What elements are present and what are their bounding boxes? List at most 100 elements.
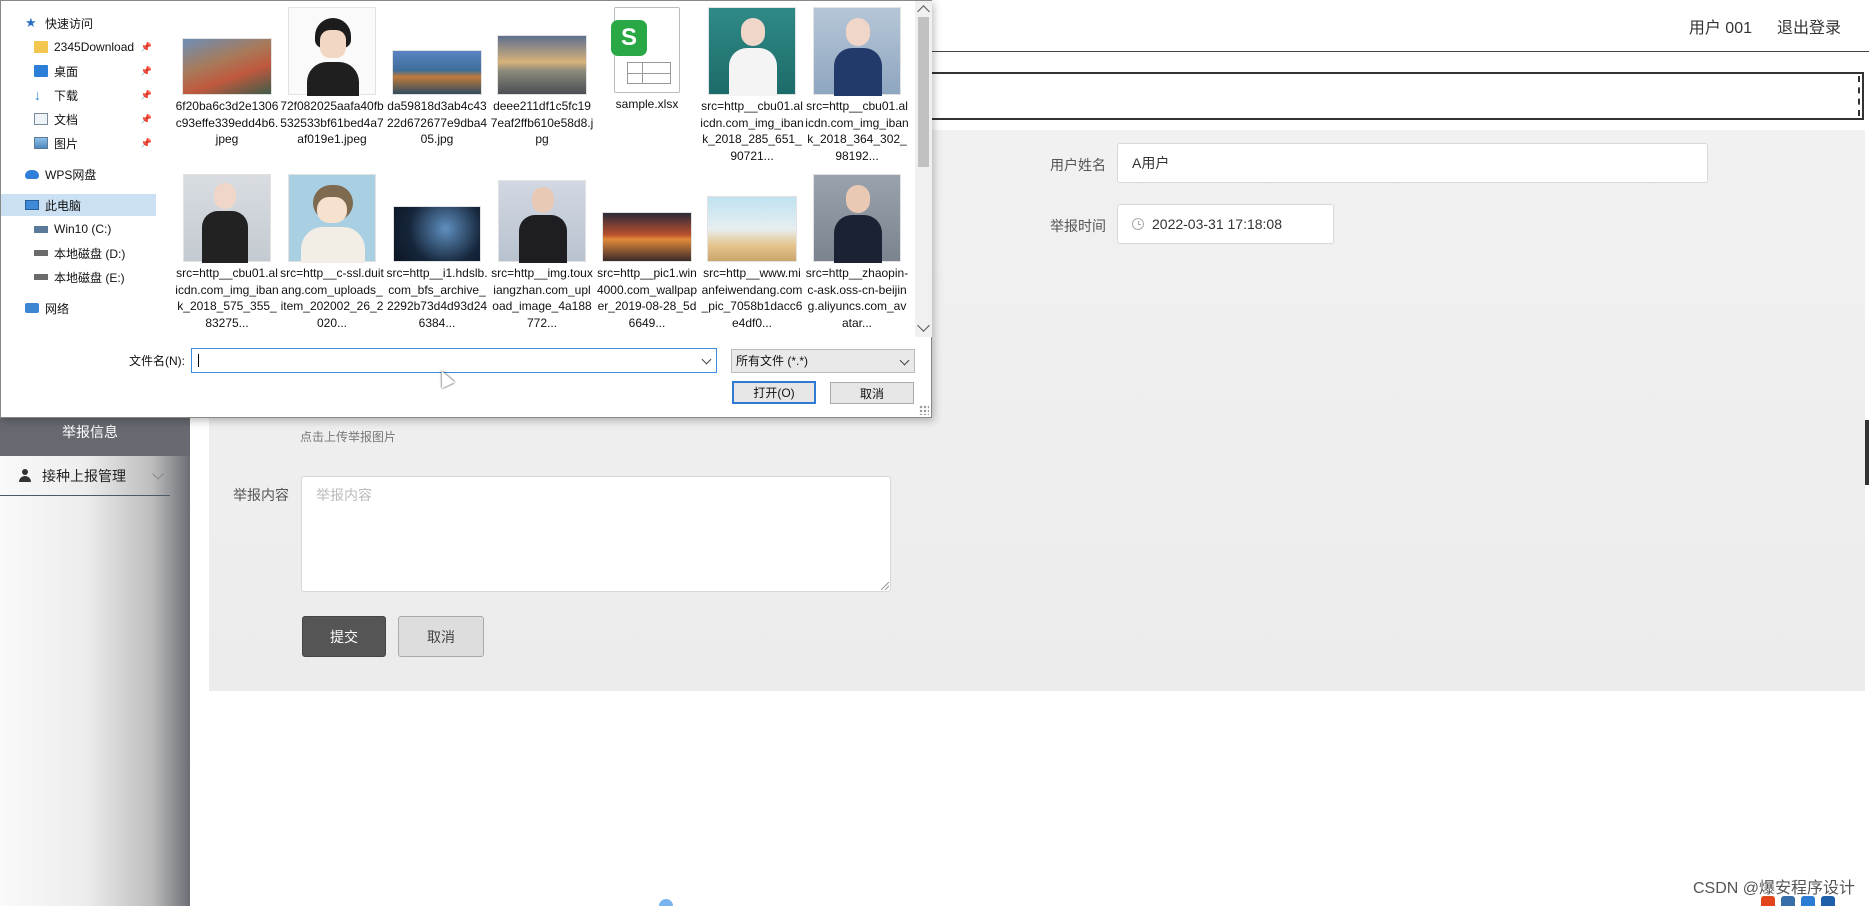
portrait-thumb xyxy=(708,7,796,96)
file-type-select[interactable]: 所有文件 (*.*) xyxy=(731,349,915,373)
scrollbar-thumb[interactable] xyxy=(918,17,929,167)
drive-icon xyxy=(34,225,48,233)
report-time-value: 2022-03-31 17:18:08 xyxy=(1152,216,1282,232)
dialog-cancel-button[interactable]: 取消 xyxy=(830,382,914,404)
resize-grip-icon[interactable] xyxy=(919,405,929,415)
nav-item-desktop[interactable]: 桌面 📌 xyxy=(1,60,156,82)
pin-icon: 📌 xyxy=(140,113,152,124)
scroll-down-icon[interactable] xyxy=(917,319,930,332)
file-item[interactable]: src=http__pic1.win4000.com_wallpaper_201… xyxy=(595,174,699,331)
download-icon: ↓ xyxy=(34,87,41,103)
text-caret xyxy=(198,354,199,367)
upload-hint[interactable]: 点击上传举报图片 xyxy=(300,428,396,445)
star-icon: ★ xyxy=(25,15,37,30)
spreadsheet-icon: S xyxy=(611,7,680,93)
file-item[interactable]: src=http__www.mianfeiwendang.com_pic_705… xyxy=(700,174,804,331)
file-item[interactable]: src=http__cbu01.alicdn.com_img_ibank_201… xyxy=(805,7,909,164)
pin-icon: 📌 xyxy=(140,65,152,76)
file-item[interactable]: src=http__i1.hdslb.com_bfs_archive_2292b… xyxy=(385,174,489,331)
portrait-thumb xyxy=(183,174,271,263)
nav-label: 文档 xyxy=(54,112,79,127)
file-name: deee211df1c5fc197eaf2ffb610e58d8.jpg xyxy=(490,99,594,146)
open-button[interactable]: 打开(O) xyxy=(732,381,816,404)
navigation-pane: ★ 快速访问 2345Download 📌 桌面 📌 ↓ 下载 📌 文档 📌 图… xyxy=(1,1,156,337)
username-value: A用户 xyxy=(1132,155,1170,171)
nav-item-drive-e[interactable]: 本地磁盘 (E:) xyxy=(1,266,156,288)
file-type-value: 所有文件 (*.*) xyxy=(736,354,809,368)
tray-network-icon[interactable] xyxy=(1801,896,1815,906)
sidebar-item-report-info[interactable]: 举报信息 xyxy=(0,414,190,456)
tray-user-icon[interactable] xyxy=(1821,896,1835,906)
nav-item-drive-d[interactable]: 本地磁盘 (D:) xyxy=(1,242,156,264)
logout-link[interactable]: 退出登录 xyxy=(1777,14,1841,38)
nav-label: 桌面 xyxy=(54,64,79,79)
resize-handle[interactable] xyxy=(881,582,889,590)
file-item[interactable]: src=http__cbu01.alicdn.com_img_ibank_201… xyxy=(175,174,279,331)
file-list-scrollbar[interactable] xyxy=(915,1,932,337)
file-item[interactable]: src=http__cbu01.alicdn.com_img_ibank_201… xyxy=(700,7,804,164)
nav-label: 此电脑 xyxy=(45,198,82,213)
nav-label: 图片 xyxy=(54,136,79,151)
file-name: src=http__www.mianfeiwendang.com_pic_705… xyxy=(701,266,803,330)
username-field[interactable]: A用户 xyxy=(1117,143,1708,183)
tray-input-icon[interactable] xyxy=(1781,896,1795,906)
nav-quick-access[interactable]: ★ 快速访问 xyxy=(1,12,156,34)
file-item[interactable]: S sample.xlsx xyxy=(595,7,699,130)
pin-icon: 📌 xyxy=(140,137,152,148)
drive-icon xyxy=(34,274,48,280)
file-name: src=http__zhaopin-c-ask.oss-cn-beijing.a… xyxy=(805,266,909,330)
filename-label: 文件名(N): xyxy=(129,354,185,368)
nav-label: Win10 (C:) xyxy=(54,222,112,236)
header-user-name[interactable]: 用户 001 xyxy=(1689,14,1752,38)
nav-item-downloads[interactable]: ↓ 下载 📌 xyxy=(1,84,156,106)
content-textarea[interactable]: 举报内容 xyxy=(301,476,891,592)
nav-label: 本地磁盘 (D:) xyxy=(54,246,126,261)
cancel-button[interactable]: 取消 xyxy=(398,616,484,657)
file-name: 6f20ba6c3d2e1306c93effe339edd4b6.jpeg xyxy=(175,99,279,146)
file-name: src=http__cbu01.alicdn.com_img_ibank_201… xyxy=(175,266,279,330)
file-item[interactable]: deee211df1c5fc197eaf2ffb610e58d8.jpg xyxy=(490,7,594,148)
nav-item-pictures[interactable]: 图片 📌 xyxy=(1,132,156,154)
file-item[interactable]: src=http__img.touxiangzhan.com_upload_im… xyxy=(490,174,594,331)
report-time-picker[interactable]: 2022-03-31 17:18:08 xyxy=(1117,204,1334,244)
nav-item-documents[interactable]: 文档 📌 xyxy=(1,108,156,130)
nav-item-2345download[interactable]: 2345Download 📌 xyxy=(1,36,156,58)
file-item[interactable]: src=http__c-ssl.duitang.com_uploads_item… xyxy=(280,174,384,331)
nav-item-this-pc[interactable]: 此电脑 xyxy=(1,194,156,216)
file-name: 72f082025aafa40fb532533bf61bed4a7af019e1… xyxy=(280,99,384,146)
file-name: src=http__cbu01.alicdn.com_img_ibank_201… xyxy=(805,99,909,163)
landscape-thumb xyxy=(392,50,482,95)
computer-icon xyxy=(25,200,39,210)
submit-button[interactable]: 提交 xyxy=(302,616,386,657)
nav-item-wps[interactable]: WPS网盘 xyxy=(1,163,156,185)
nav-label: 网络 xyxy=(45,301,70,316)
system-tray xyxy=(1761,892,1861,906)
nav-label: 本地磁盘 (E:) xyxy=(54,270,125,285)
file-item[interactable]: src=http__zhaopin-c-ask.oss-cn-beijing.a… xyxy=(805,174,909,331)
landscape-thumb xyxy=(393,206,481,262)
landscape-thumb xyxy=(497,35,587,95)
picture-icon xyxy=(34,137,48,149)
landscape-thumb xyxy=(182,38,272,95)
file-list-pane: 6f20ba6c3d2e1306c93effe339edd4b6.jpeg 72… xyxy=(159,1,915,337)
top-header: 用户 001 退出登录 xyxy=(930,0,1869,52)
file-item[interactable]: 6f20ba6c3d2e1306c93effe339edd4b6.jpeg xyxy=(175,7,279,148)
chevron-down-icon xyxy=(899,355,910,366)
nav-label: 2345Download xyxy=(54,40,135,54)
nav-item-drive-c[interactable]: Win10 (C:) xyxy=(1,218,156,240)
file-item[interactable]: da59818d3ab4c4322d672677e9dba405.jpg xyxy=(385,7,489,148)
cloud-icon xyxy=(25,169,39,179)
file-item[interactable]: 72f082025aafa40fb532533bf61bed4a7af019e1… xyxy=(280,7,384,164)
nav-label: 下载 xyxy=(54,88,79,103)
landscape-thumb xyxy=(707,196,797,262)
tabs-bar xyxy=(930,72,1864,120)
drive-icon xyxy=(34,250,48,256)
filename-input[interactable] xyxy=(191,348,717,373)
nav-label: 快速访问 xyxy=(45,16,94,31)
tray-app-icon[interactable] xyxy=(1761,896,1775,906)
sidebar-submenu-vaccination-report[interactable]: 接种上报管理 xyxy=(0,456,170,496)
nav-item-network[interactable]: 网络 xyxy=(1,297,156,319)
scroll-up-icon[interactable] xyxy=(917,5,930,18)
chevron-down-icon[interactable] xyxy=(701,354,712,365)
username-label: 用户姓名 xyxy=(1050,157,1106,173)
